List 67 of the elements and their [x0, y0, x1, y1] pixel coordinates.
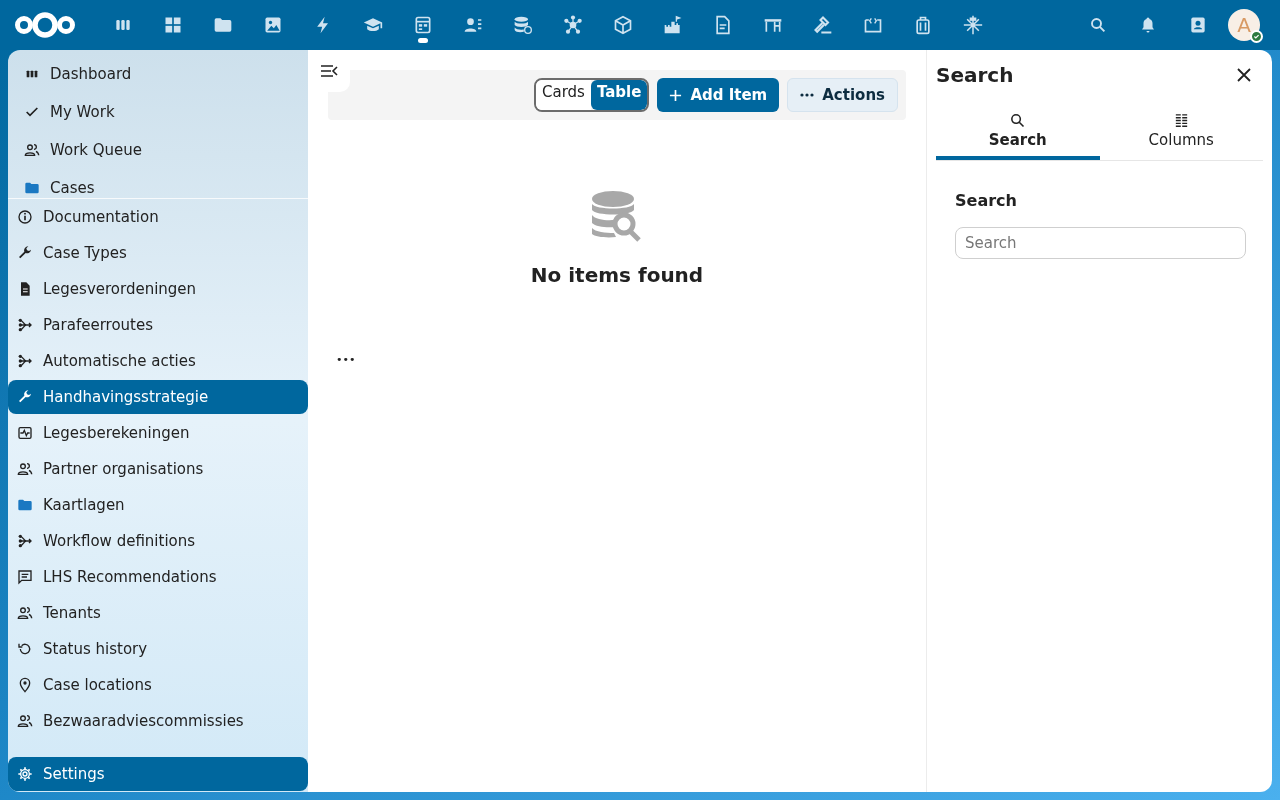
- settings-icon: [17, 766, 33, 782]
- info-icon: [17, 209, 33, 225]
- folder-icon: [24, 180, 40, 196]
- sidebar-item[interactable]: Partner organisations: [8, 452, 308, 486]
- section-label: Search: [955, 190, 1018, 212]
- sidebar-item[interactable]: Legesverordeningen: [8, 272, 308, 306]
- sidebar-item[interactable]: Parafeerroutes: [8, 308, 308, 342]
- empty-message: No items found: [530, 262, 704, 289]
- database-search-icon: [592, 190, 642, 242]
- sidebar-item[interactable]: Tenants: [8, 596, 308, 630]
- add-item-button[interactable]: Add Item: [657, 78, 780, 112]
- panel-title: Search: [936, 62, 1014, 89]
- sidebar-item[interactable]: Status history: [8, 632, 308, 666]
- route-icon: [17, 533, 33, 549]
- view-toggle-option[interactable]: Table: [590, 80, 648, 110]
- chat-icon: [17, 569, 33, 585]
- people-icon: [17, 713, 33, 729]
- sidebar-item[interactable]: Case Types: [8, 236, 308, 270]
- grid-icon[interactable]: [163, 15, 183, 35]
- panel-tab[interactable]: Search: [936, 108, 1100, 160]
- folder-icon: [17, 497, 33, 513]
- snowflake-icon[interactable]: [963, 15, 983, 35]
- search-icon: [1009, 112, 1027, 130]
- castle-icon[interactable]: [663, 15, 683, 35]
- person-list-icon[interactable]: [463, 15, 483, 35]
- network-icon[interactable]: [563, 15, 583, 35]
- sidebar-item[interactable]: LHS Recommendations: [8, 560, 308, 594]
- sidebar-item[interactable]: Settings: [8, 757, 308, 791]
- sidebar-item[interactable]: Workflow definitions: [8, 524, 308, 558]
- image-icon[interactable]: [263, 15, 283, 35]
- pulse-icon: [17, 425, 33, 441]
- more-button[interactable]: •••: [336, 352, 356, 369]
- sidebar-item[interactable]: Work Queue: [8, 133, 308, 167]
- code-icon[interactable]: [863, 15, 883, 35]
- search-field[interactable]: Search: [955, 227, 1246, 259]
- plus-icon: [669, 88, 683, 102]
- people-icon: [17, 461, 33, 477]
- route-icon: [17, 317, 33, 333]
- wrench-icon: [17, 245, 33, 261]
- gavel-icon[interactable]: [813, 15, 833, 35]
- more-icon: [800, 93, 815, 97]
- sidebar-item[interactable]: Kaartlagen: [8, 488, 308, 522]
- history-icon: [17, 641, 33, 657]
- sidebar-item[interactable]: Automatische acties: [8, 344, 308, 378]
- table-icon[interactable]: [413, 15, 433, 35]
- cube-icon[interactable]: [613, 15, 633, 35]
- sidebar-item[interactable]: Handhavingsstrategie: [8, 380, 308, 414]
- panel-tab[interactable]: Columns: [1099, 108, 1263, 160]
- actions-button[interactable]: Actions: [787, 78, 898, 112]
- route-icon: [17, 353, 33, 369]
- wrench-icon: [17, 389, 33, 405]
- people-icon: [17, 605, 33, 621]
- sidebar-item[interactable]: Documentation: [8, 200, 308, 234]
- pin-icon: [17, 677, 33, 693]
- sidebar-item[interactable]: Cases: [8, 171, 308, 198]
- document-icon[interactable]: [713, 15, 733, 35]
- sidebar-item[interactable]: My Work: [8, 95, 308, 129]
- folder-icon[interactable]: [213, 15, 233, 35]
- suitcase-icon[interactable]: [913, 15, 933, 35]
- sidebar-item[interactable]: Bezwaaradviescommissies: [8, 704, 308, 738]
- people-icon: [24, 142, 40, 158]
- database-sync-icon[interactable]: [513, 15, 533, 35]
- sidebar-item[interactable]: Legesberekeningen: [8, 416, 308, 450]
- view-toggle-option[interactable]: Cards: [536, 80, 591, 110]
- sidebar-item[interactable]: Dashboard: [8, 57, 308, 91]
- logo-icon[interactable]: [14, 10, 76, 40]
- sidebar-item[interactable]: Case locations: [8, 668, 308, 702]
